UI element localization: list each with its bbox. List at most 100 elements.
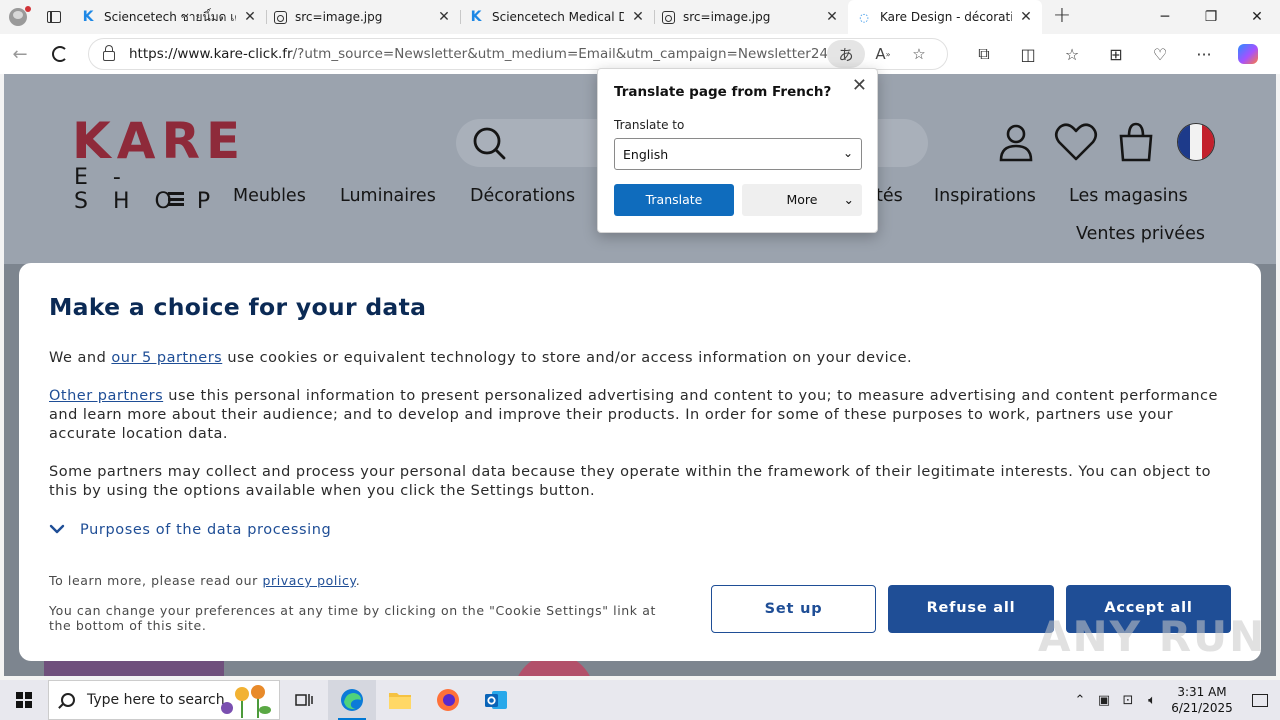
language-flag-fr-icon[interactable] — [1174, 120, 1218, 164]
kare-k-icon: K — [470, 9, 482, 25]
close-window-icon[interactable]: ✕ — [1234, 0, 1280, 34]
task-view-icon[interactable] — [280, 680, 328, 720]
close-tab-icon[interactable]: ✕ — [436, 9, 452, 25]
close-tab-icon[interactable]: ✕ — [824, 9, 840, 25]
favorite-star-icon[interactable]: ☆ — [901, 40, 937, 68]
document-icon — [662, 10, 675, 24]
more-options-button[interactable]: More ⌄ — [742, 184, 862, 216]
more-label: More — [786, 192, 818, 207]
preferences-note: You can change your preferences at any t… — [49, 603, 656, 633]
browser-tab-active[interactable]: ◌ Kare Design - décoration ✕ — [848, 0, 1042, 34]
translate-to-label: Translate to — [614, 118, 685, 132]
new-tab-button[interactable]: + — [1042, 0, 1082, 34]
refuse-all-button[interactable]: Refuse all — [888, 585, 1054, 633]
translate-popup: Translate page from French? ✕ Translate … — [597, 68, 878, 233]
browser-essentials-icon[interactable]: ♡ — [1138, 34, 1182, 74]
cart-bag-icon[interactable] — [1114, 120, 1158, 164]
back-icon[interactable]: ← — [0, 34, 40, 74]
file-explorer-icon[interactable] — [376, 680, 424, 720]
nav-item-nouveautes[interactable]: tés — [876, 186, 903, 206]
copilot-icon[interactable] — [1226, 34, 1270, 74]
kare-k-icon: K — [82, 9, 94, 25]
translate-button[interactable]: Translate — [614, 184, 734, 216]
windows-taskbar: Type here to search ⌃ ▣ ⊡ 🔈︎ 3:31 AM 6/2… — [0, 680, 1280, 720]
close-tab-icon[interactable]: ✕ — [242, 9, 258, 25]
close-icon[interactable]: ✕ — [852, 75, 867, 96]
chevron-down-icon — [49, 522, 71, 538]
window-controls: ─ ❐ ✕ — [1142, 0, 1280, 34]
consent-paragraph: We and our 5 partners use cookies or equ… — [49, 350, 913, 366]
restore-icon[interactable]: ❐ — [1188, 0, 1234, 34]
more-menu-icon[interactable]: ··· — [1182, 34, 1226, 74]
partners-link[interactable]: our 5 partners — [111, 350, 222, 366]
lock-icon[interactable] — [103, 45, 115, 61]
tab-actions-icon[interactable] — [36, 0, 72, 34]
browser-tab[interactable]: src=image.jpg ✕ — [266, 0, 460, 34]
url-bar[interactable]: https://www.kare-click.fr/?utm_source=Ne… — [88, 38, 948, 70]
extensions-icon[interactable]: ⧉ — [962, 34, 1006, 74]
nav-item-meubles[interactable]: Meubles — [233, 186, 306, 206]
nav-item-ventes-privees[interactable]: Ventes privées — [1076, 224, 1205, 244]
start-button[interactable] — [0, 680, 48, 720]
search-placeholder: Type here to search — [87, 692, 225, 708]
read-aloud-icon[interactable]: A» — [865, 40, 901, 68]
logo-text: KARE — [72, 112, 247, 170]
browser-tab[interactable]: K Sciencetech ชายนิ์มด เคร็อ ✕ — [72, 0, 266, 34]
wishlist-heart-icon[interactable] — [1054, 120, 1098, 164]
clock-time: 3:31 AM — [1177, 685, 1227, 699]
flowers-illustration-icon — [221, 685, 271, 718]
account-icon[interactable] — [994, 120, 1038, 164]
consent-paragraph: Other partners use this personal informa… — [49, 388, 1218, 442]
stop-loading-icon[interactable] — [40, 34, 80, 74]
tab-title: Sciencetech ชายนิ์มด เคร็อ — [104, 9, 236, 24]
show-hidden-icons-chevron-icon[interactable]: ⌃ — [1068, 680, 1092, 720]
collections-icon[interactable]: ⊞ — [1094, 34, 1138, 74]
browser-tab[interactable]: src=image.jpg ✕ — [654, 0, 848, 34]
search-icon[interactable] — [472, 126, 506, 160]
favorites-icon[interactable]: ☆ — [1050, 34, 1094, 74]
purposes-label: Purposes of the data processing — [80, 522, 332, 538]
privacy-policy-link[interactable]: privacy policy — [262, 573, 355, 588]
nav-item-inspirations[interactable]: Inspirations — [934, 186, 1036, 206]
browser-tab-bar: K Sciencetech ชายนิ์มด เคร็อ ✕ src=image… — [0, 0, 1280, 34]
firefox-icon[interactable] — [424, 680, 472, 720]
purposes-expander[interactable]: Purposes of the data processing — [49, 522, 331, 538]
edge-taskbar-icon[interactable] — [328, 680, 376, 720]
tab-title: Kare Design - décoration — [880, 10, 1012, 24]
network-icon[interactable]: ⊡ — [1116, 680, 1140, 720]
hamburger-menu-icon[interactable] — [168, 192, 184, 206]
notifications-icon[interactable] — [1240, 680, 1280, 720]
loading-icon: ◌ — [859, 10, 869, 24]
tab-title: Sciencetech Medical Devic — [492, 10, 624, 24]
tab-title: src=image.jpg — [683, 10, 771, 24]
other-partners-link[interactable]: Other partners — [49, 388, 163, 404]
taskbar-search[interactable]: Type here to search — [48, 680, 280, 720]
profile-avatar[interactable] — [0, 0, 36, 34]
device-icon[interactable]: ▣ — [1092, 680, 1116, 720]
document-icon — [274, 10, 287, 24]
search-icon — [61, 693, 75, 707]
privacy-note: To learn more, please read our privacy p… — [49, 573, 361, 588]
url-text[interactable]: https://www.kare-click.fr/?utm_source=Ne… — [129, 46, 827, 62]
close-tab-icon[interactable]: ✕ — [1018, 9, 1034, 25]
clock-date: 6/21/2025 — [1171, 701, 1233, 715]
language-select[interactable]: English ⌄ — [614, 138, 862, 170]
browser-tab[interactable]: K Sciencetech Medical Devic ✕ — [460, 0, 654, 34]
split-screen-icon[interactable]: ◫ — [1006, 34, 1050, 74]
close-tab-icon[interactable]: ✕ — [630, 9, 646, 25]
nav-item-luminaires[interactable]: Luminaires — [340, 186, 436, 206]
windows-logo-icon — [16, 692, 32, 708]
nav-item-magasins[interactable]: Les magasins — [1069, 186, 1188, 206]
outlook-icon[interactable] — [472, 680, 520, 720]
translate-icon[interactable]: あ — [827, 40, 865, 68]
system-tray: ⌃ ▣ ⊡ 🔈︎ 3:31 AM 6/21/2025 — [1068, 680, 1280, 720]
cookie-consent-dialog: Make a choice for your data We and our 5… — [19, 263, 1261, 661]
nav-item-decorations[interactable]: Décorations — [470, 186, 575, 206]
clock[interactable]: 3:31 AM 6/21/2025 — [1164, 684, 1240, 716]
chevron-down-icon: ⌄ — [843, 192, 854, 207]
volume-icon[interactable]: 🔈︎ — [1140, 680, 1164, 720]
anyrun-watermark: ANY RUN — [1038, 612, 1267, 661]
set-up-button[interactable]: Set up — [711, 585, 876, 633]
minimize-icon[interactable]: ─ — [1142, 0, 1188, 34]
consent-paragraph: Some partners may collect and process yo… — [49, 464, 1212, 499]
